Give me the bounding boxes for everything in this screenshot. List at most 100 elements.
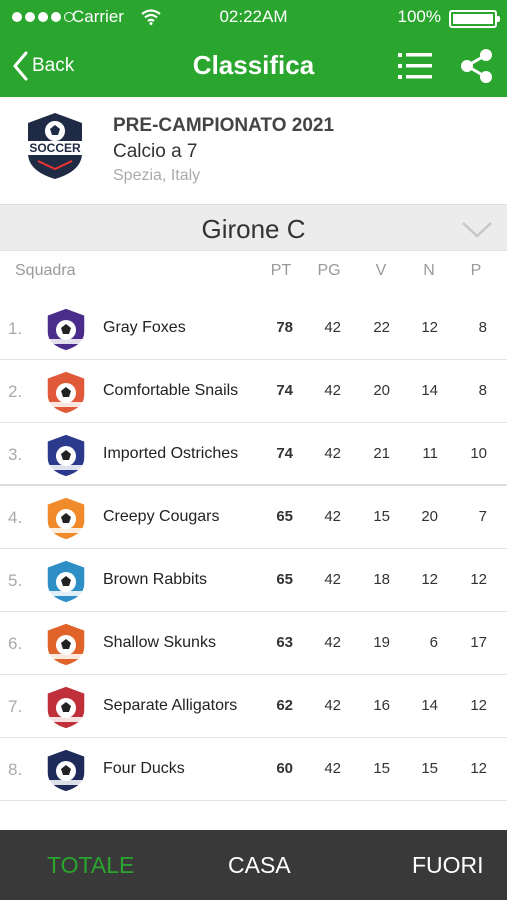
losses: 8 bbox=[478, 319, 487, 336]
team-badge-icon bbox=[46, 370, 86, 415]
rank: 3. bbox=[8, 445, 23, 464]
competition-type: Calcio a 7 bbox=[113, 141, 198, 162]
team-badge-icon bbox=[46, 748, 86, 793]
table-row[interactable]: 4. Creepy Cougars 65 42 15 20 7 bbox=[0, 486, 507, 549]
column-header-pt: PT bbox=[270, 262, 292, 279]
wins: 20 bbox=[373, 382, 390, 399]
standings-list: 1. Gray Foxes 78 42 22 12 8 2. Comfortab… bbox=[0, 297, 507, 801]
team-badge-icon bbox=[46, 685, 86, 730]
draws: 12 bbox=[421, 571, 438, 588]
rank: 8. bbox=[8, 760, 23, 779]
table-row[interactable]: 8. Four Ducks 60 42 15 15 12 bbox=[0, 738, 507, 801]
games-played: 42 bbox=[324, 697, 341, 714]
wins: 16 bbox=[373, 697, 390, 714]
rank: 5. bbox=[8, 571, 23, 590]
losses: 12 bbox=[470, 760, 487, 777]
chevron-down-icon bbox=[462, 222, 492, 238]
group-label: Girone C bbox=[201, 214, 306, 244]
wins: 18 bbox=[373, 571, 390, 588]
rank: 4. bbox=[8, 508, 23, 527]
draws: 6 bbox=[429, 634, 438, 651]
games-played: 42 bbox=[324, 445, 341, 462]
games-played: 42 bbox=[324, 319, 341, 336]
competition-logo: SOCCER bbox=[24, 113, 86, 179]
team-badge-icon bbox=[46, 496, 86, 541]
rank: 1. bbox=[8, 319, 23, 338]
draws: 11 bbox=[422, 445, 438, 462]
team-name: Brown Rabbits bbox=[103, 571, 208, 588]
team-badge-icon bbox=[46, 559, 86, 604]
battery-percentage: 100% bbox=[397, 7, 441, 26]
points: 62 bbox=[276, 697, 293, 714]
points: 78 bbox=[276, 319, 293, 336]
team-name: Gray Foxes bbox=[103, 319, 186, 336]
losses: 17 bbox=[470, 634, 487, 651]
column-header-n: N bbox=[423, 262, 435, 279]
points: 74 bbox=[276, 382, 293, 399]
share-icon[interactable] bbox=[458, 48, 496, 84]
losses: 7 bbox=[478, 508, 487, 525]
wins: 15 bbox=[373, 508, 390, 525]
draws: 12 bbox=[421, 319, 438, 336]
team-badge-icon bbox=[46, 307, 86, 352]
team-name: Four Ducks bbox=[103, 760, 185, 777]
team-name: Shallow Skunks bbox=[103, 634, 216, 651]
team-badge-icon bbox=[46, 433, 86, 478]
table-row[interactable]: 1. Gray Foxes 78 42 22 12 8 bbox=[0, 297, 507, 360]
battery-icon bbox=[449, 10, 500, 28]
list-icon[interactable] bbox=[396, 48, 434, 84]
team-badge-icon bbox=[46, 622, 86, 667]
tab-bar: TOTALE CASA FUORI bbox=[0, 830, 507, 900]
column-header-pg: PG bbox=[317, 262, 341, 279]
table-header: Squadra PT PG V N P bbox=[0, 252, 507, 292]
wins: 19 bbox=[373, 634, 390, 651]
games-played: 42 bbox=[324, 634, 341, 651]
team-name: Creepy Cougars bbox=[103, 508, 220, 525]
table-row[interactable]: 7. Separate Alligators 62 42 16 14 12 bbox=[0, 675, 507, 738]
team-name: Imported Ostriches bbox=[103, 445, 239, 462]
points: 65 bbox=[276, 508, 293, 525]
wins: 15 bbox=[373, 760, 390, 777]
losses: 10 bbox=[470, 445, 487, 462]
table-row[interactable]: 2. Comfortable Snails 74 42 20 14 8 bbox=[0, 360, 507, 423]
games-played: 42 bbox=[324, 571, 341, 588]
competition-logo-text: SOCCER bbox=[29, 141, 81, 155]
draws: 14 bbox=[421, 382, 438, 399]
column-header-p: P bbox=[470, 262, 482, 279]
column-header-v: V bbox=[375, 262, 387, 279]
games-played: 42 bbox=[324, 760, 341, 777]
tab-casa[interactable]: CASA bbox=[228, 852, 291, 879]
status-bar: Carrier 02:22AM 100% bbox=[0, 0, 507, 34]
points: 65 bbox=[276, 571, 293, 588]
rank: 7. bbox=[8, 697, 23, 716]
competition-info: SOCCER PRE-CAMPIONATO 2021 Calcio a 7 Sp… bbox=[0, 97, 507, 203]
header-bar: Carrier 02:22AM 100% Back Classifica bbox=[0, 0, 507, 97]
wins: 22 bbox=[373, 319, 390, 336]
losses: 12 bbox=[470, 697, 487, 714]
team-name: Separate Alligators bbox=[103, 697, 238, 714]
tab-fuori[interactable]: FUORI bbox=[412, 852, 484, 879]
losses: 8 bbox=[478, 382, 487, 399]
games-played: 42 bbox=[324, 508, 341, 525]
points: 74 bbox=[276, 445, 293, 462]
competition-location: Spezia, Italy bbox=[113, 167, 201, 184]
rank: 6. bbox=[8, 634, 23, 653]
rank: 2. bbox=[8, 382, 23, 401]
points: 63 bbox=[276, 634, 293, 651]
draws: 14 bbox=[421, 697, 438, 714]
table-row[interactable]: 3. Imported Ostriches 74 42 21 11 10 bbox=[0, 423, 507, 486]
team-name: Comfortable Snails bbox=[103, 382, 239, 399]
navigation-bar: Back Classifica bbox=[0, 34, 507, 97]
losses: 12 bbox=[470, 571, 487, 588]
games-played: 42 bbox=[324, 382, 341, 399]
column-header-team: Squadra bbox=[15, 262, 76, 279]
group-selector[interactable]: Girone C bbox=[0, 204, 507, 251]
wins: 21 bbox=[373, 445, 390, 462]
tab-totale[interactable]: TOTALE bbox=[47, 852, 134, 879]
points: 60 bbox=[276, 760, 293, 777]
draws: 15 bbox=[421, 760, 438, 777]
draws: 20 bbox=[421, 508, 438, 525]
table-row[interactable]: 5. Brown Rabbits 65 42 18 12 12 bbox=[0, 549, 507, 612]
table-row[interactable]: 6. Shallow Skunks 63 42 19 6 17 bbox=[0, 612, 507, 675]
competition-name: PRE-CAMPIONATO 2021 bbox=[113, 115, 335, 136]
